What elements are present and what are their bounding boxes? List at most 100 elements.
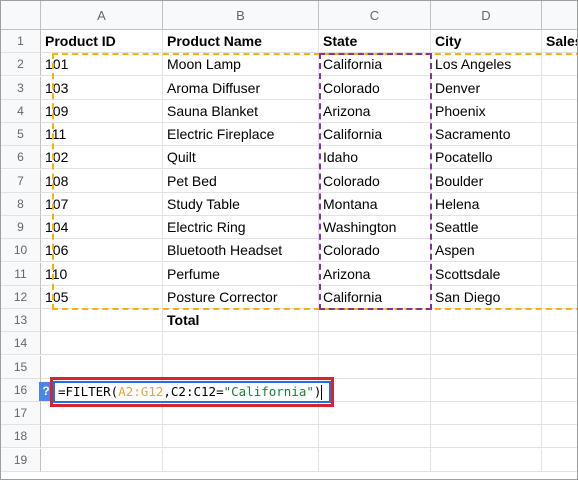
cell[interactable] bbox=[431, 425, 542, 448]
cell[interactable]: Aspen bbox=[431, 239, 542, 262]
row-header[interactable]: 14 bbox=[1, 332, 41, 355]
cell[interactable] bbox=[41, 402, 163, 425]
cell[interactable] bbox=[542, 77, 577, 100]
cell[interactable] bbox=[431, 402, 542, 425]
cell[interactable]: Arizona bbox=[319, 100, 431, 123]
cell[interactable]: Study Table bbox=[163, 193, 319, 216]
cell[interactable] bbox=[163, 332, 319, 355]
cell[interactable]: Sacramento bbox=[431, 123, 542, 146]
cell[interactable] bbox=[319, 332, 431, 355]
cell[interactable] bbox=[163, 425, 319, 448]
cell[interactable]: California bbox=[319, 123, 431, 146]
cell[interactable] bbox=[431, 379, 542, 402]
cell[interactable] bbox=[319, 402, 431, 425]
cell[interactable]: State bbox=[319, 30, 431, 53]
cell[interactable]: 111 bbox=[41, 123, 163, 146]
cell[interactable] bbox=[542, 402, 577, 425]
cell[interactable] bbox=[431, 309, 542, 332]
cell[interactable] bbox=[542, 356, 577, 379]
cell[interactable]: California bbox=[319, 53, 431, 76]
formula-editor-cell[interactable]: =FILTER(A2:G12,C2:C12="California") bbox=[53, 381, 331, 403]
cell[interactable] bbox=[41, 356, 163, 379]
cell[interactable]: Denver bbox=[431, 77, 542, 100]
cell[interactable] bbox=[542, 239, 577, 262]
column-header-e[interactable]: E bbox=[542, 1, 577, 30]
cell[interactable]: Total bbox=[163, 309, 319, 332]
cell[interactable]: Sauna Blanket bbox=[163, 100, 319, 123]
cell[interactable]: 103 bbox=[41, 77, 163, 100]
row-header[interactable]: 4 bbox=[1, 100, 41, 123]
cell[interactable]: Los Angeles bbox=[431, 53, 542, 76]
cell[interactable] bbox=[431, 356, 542, 379]
cell[interactable] bbox=[542, 332, 577, 355]
cell[interactable]: Sales bbox=[542, 30, 577, 53]
cell[interactable] bbox=[319, 379, 431, 402]
cell[interactable]: 108 bbox=[41, 170, 163, 193]
cell[interactable] bbox=[319, 449, 431, 472]
cell[interactable] bbox=[319, 425, 431, 448]
cell[interactable]: Helena bbox=[431, 193, 542, 216]
cell[interactable]: Moon Lamp bbox=[163, 53, 319, 76]
cell[interactable] bbox=[542, 379, 577, 402]
cell[interactable] bbox=[542, 286, 577, 309]
row-header[interactable]: 2 bbox=[1, 53, 41, 76]
row-header[interactable]: 16 bbox=[1, 379, 41, 402]
cell[interactable]: Idaho bbox=[319, 146, 431, 169]
cell[interactable] bbox=[542, 53, 577, 76]
cell[interactable]: Quilt bbox=[163, 146, 319, 169]
row-header[interactable]: 11 bbox=[1, 263, 41, 286]
cell[interactable]: 107 bbox=[41, 193, 163, 216]
cell[interactable] bbox=[542, 263, 577, 286]
cell[interactable]: 101 bbox=[41, 53, 163, 76]
row-header[interactable]: 17 bbox=[1, 402, 41, 425]
cell[interactable] bbox=[542, 193, 577, 216]
row-header[interactable]: 19 bbox=[1, 449, 41, 472]
cell[interactable]: 110 bbox=[41, 263, 163, 286]
cell[interactable]: Product Name bbox=[163, 30, 319, 53]
cell[interactable] bbox=[542, 216, 577, 239]
cell[interactable]: Colorado bbox=[319, 170, 431, 193]
cell[interactable]: Electric Fireplace bbox=[163, 123, 319, 146]
row-header[interactable]: 3 bbox=[1, 77, 41, 100]
row-header[interactable]: 7 bbox=[1, 170, 41, 193]
row-header[interactable]: 9 bbox=[1, 216, 41, 239]
cell[interactable]: 109 bbox=[41, 100, 163, 123]
cell[interactable]: Pocatello bbox=[431, 146, 542, 169]
cell[interactable]: San Diego bbox=[431, 286, 542, 309]
cell[interactable] bbox=[41, 332, 163, 355]
cell[interactable] bbox=[41, 449, 163, 472]
column-header-b[interactable]: B bbox=[163, 1, 319, 30]
cell[interactable]: Electric Ring bbox=[163, 216, 319, 239]
row-header[interactable]: 13 bbox=[1, 309, 41, 332]
column-header-c[interactable]: C bbox=[319, 1, 431, 30]
cell[interactable] bbox=[319, 356, 431, 379]
cell[interactable]: Posture Corrector bbox=[163, 286, 319, 309]
row-header[interactable]: 6 bbox=[1, 146, 41, 169]
cell[interactable]: Product ID bbox=[41, 30, 163, 53]
cell[interactable] bbox=[163, 356, 319, 379]
cell[interactable]: 105 bbox=[41, 286, 163, 309]
cell[interactable]: Boulder bbox=[431, 170, 542, 193]
cell[interactable] bbox=[431, 332, 542, 355]
cell[interactable]: Aroma Diffuser bbox=[163, 77, 319, 100]
cell[interactable] bbox=[319, 309, 431, 332]
row-header[interactable]: 5 bbox=[1, 123, 41, 146]
row-header[interactable]: 12 bbox=[1, 286, 41, 309]
cell[interactable]: 102 bbox=[41, 146, 163, 169]
cell[interactable]: Pet Bed bbox=[163, 170, 319, 193]
cell[interactable] bbox=[542, 449, 577, 472]
cell[interactable]: Colorado bbox=[319, 239, 431, 262]
row-header[interactable]: 8 bbox=[1, 193, 41, 216]
row-header[interactable]: 10 bbox=[1, 239, 41, 262]
cell[interactable]: Arizona bbox=[319, 263, 431, 286]
column-header-a[interactable]: A bbox=[41, 1, 163, 30]
cell[interactable]: 106 bbox=[41, 239, 163, 262]
cell[interactable]: Scottsdale bbox=[431, 263, 542, 286]
row-header[interactable]: 1 bbox=[1, 30, 41, 53]
cell[interactable]: City bbox=[431, 30, 542, 53]
cell[interactable] bbox=[542, 309, 577, 332]
cell[interactable] bbox=[542, 425, 577, 448]
row-header[interactable]: 18 bbox=[1, 425, 41, 448]
row-header[interactable]: 15 bbox=[1, 356, 41, 379]
formula-help-icon[interactable]: ? bbox=[39, 382, 53, 401]
